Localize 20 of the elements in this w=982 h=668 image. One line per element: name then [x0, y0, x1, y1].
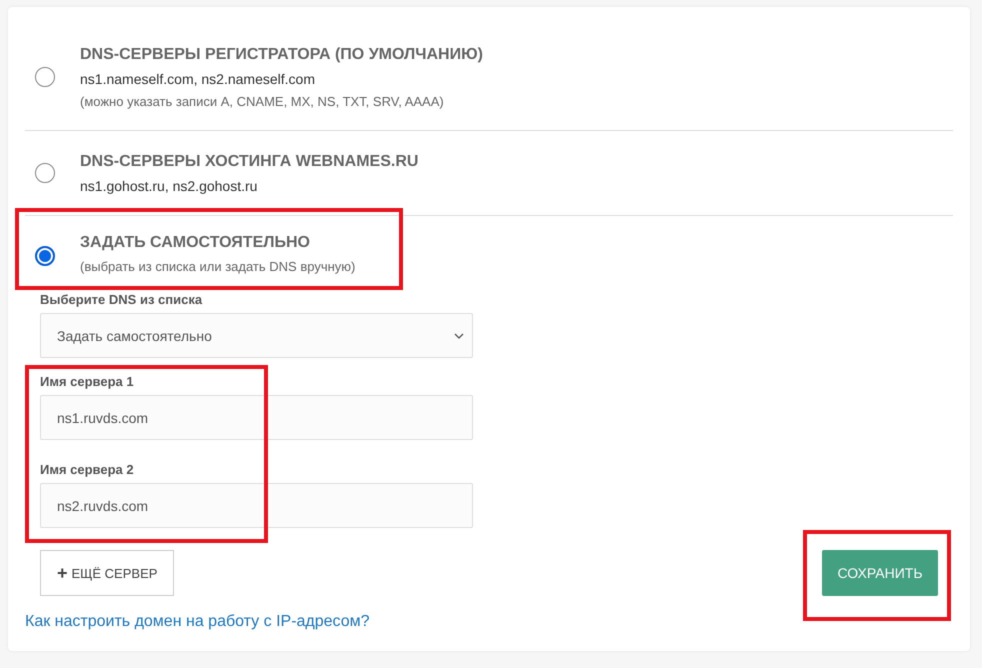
help-link[interactable]: Как настроить домен на работу с IP-адресом? [25, 613, 370, 631]
option-note: (выбрать из списка или задать DNS вручную) [80, 259, 356, 274]
field-label: Выберите DNS из списка [40, 292, 202, 307]
option-note: (можно указать записи A, CNAME, MX, NS, TXT, SRV, AAAA) [80, 94, 445, 108]
plus-icon: + [57, 562, 68, 584]
input-field[interactable]: ns2.ruvds.com [40, 483, 473, 528]
field-label: Имя сервера 2 [40, 462, 134, 477]
server-list: ns1.gohost.ru, ns2.gohost.ru [80, 178, 418, 194]
dns-select[interactable]: Задать самостоятельно [40, 313, 473, 358]
server-list: ns1.nameself.com, ns2.nameself.com [80, 70, 483, 86]
field-label: Имя сервера 1 [40, 374, 134, 389]
radio-button[interactable] [35, 163, 55, 183]
option-title: DNS-СЕРВЕРЫ ХОСТИНГА WEBNAMES.RU [80, 152, 418, 170]
chevron-down-icon [454, 332, 464, 338]
option-title: DNS-СЕРВЕРЫ РЕГИСТРАТОРА (ПО УМОЛЧАНИЮ) [80, 46, 483, 64]
add-server-button[interactable]: + ЕЩЁ СЕРВЕР [40, 550, 174, 596]
option-title: ЗАДАТЬ САМОСТОЯТЕЛЬНО [80, 234, 311, 252]
radio-button[interactable] [35, 67, 55, 87]
input-field[interactable]: ns1.ruvds.com [40, 395, 473, 440]
radio-button[interactable] [35, 246, 55, 266]
